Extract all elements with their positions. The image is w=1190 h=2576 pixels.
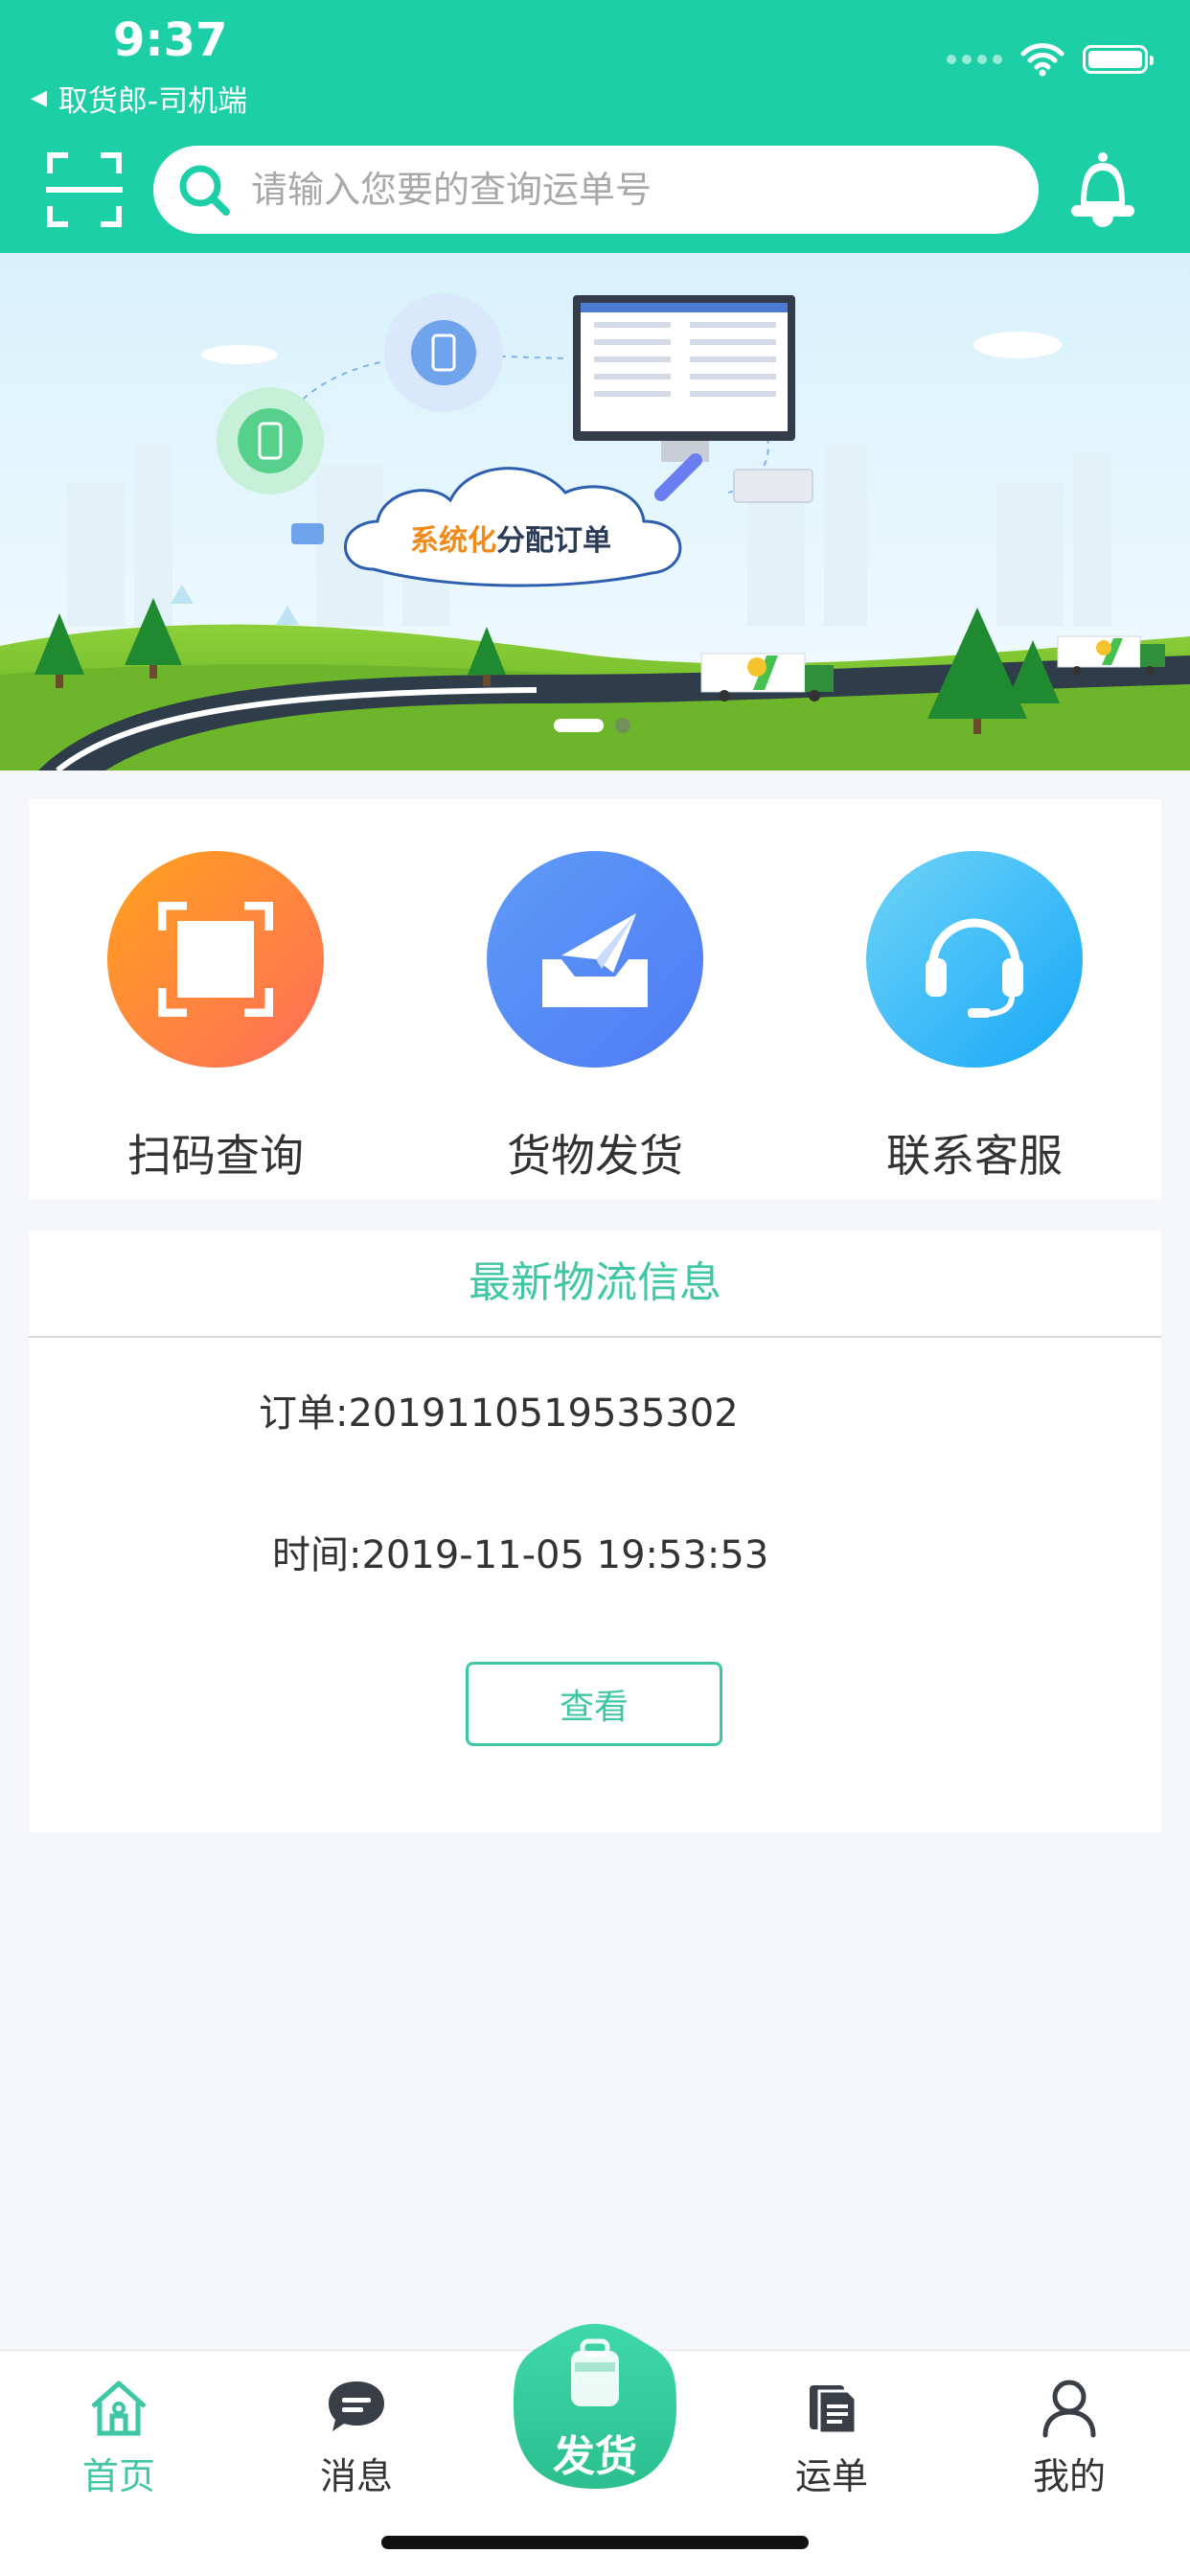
tab-home-label: 首页 [81, 2455, 155, 2497]
message-icon [329, 2381, 384, 2431]
service-action-circle[interactable] [866, 851, 1083, 1068]
scan-query-action[interactable]: 扫码查询 [72, 851, 359, 1184]
tab-waybill-label: 运单 [794, 2455, 868, 2497]
tab-ship[interactable]: 发货 [512, 2320, 678, 2493]
back-to-app-link[interactable]: ◀ 取货郎-司机端 [31, 77, 247, 120]
page-dot-active[interactable] [554, 719, 604, 732]
banner-pagination[interactable] [554, 718, 630, 733]
tab-waybill[interactable]: 运单 [755, 2374, 908, 2499]
bell-icon[interactable] [1067, 150, 1138, 230]
home-icon [91, 2380, 147, 2436]
headset-icon [926, 918, 1023, 1018]
back-triangle-icon: ◀ [31, 86, 47, 110]
tab-me-label: 我的 [1032, 2455, 1106, 2497]
signal-icon [947, 55, 1002, 64]
tab-messages-label: 消息 [319, 2455, 393, 2497]
banner-text-dark: 分配订单 [496, 524, 611, 558]
banner-illustration: 系统化 分配订单 [0, 253, 1190, 770]
ship-goods-label: 货物发货 [507, 1130, 683, 1182]
ship-goods-action[interactable]: 货物发货 [451, 851, 739, 1184]
back-app-label: 取货郎-司机端 [57, 84, 248, 119]
view-button[interactable]: 查看 [466, 1662, 722, 1746]
paper-plane-inbox-icon [542, 913, 648, 1007]
order-time: 时间:2019-11-05 19:53:53 [272, 1533, 769, 1577]
page-dot[interactable] [615, 718, 630, 733]
scan-icon [158, 902, 273, 1017]
ship-action-circle[interactable] [487, 851, 703, 1068]
order-number: 订单:2019110519535302 [259, 1392, 739, 1436]
top-header: 9:37 ◀ 取货郎-司机端 [0, 0, 1190, 253]
promo-banner[interactable]: 系统化 分配订单 [0, 253, 1190, 770]
contact-service-label: 联系客服 [886, 1130, 1063, 1182]
user-icon [1042, 2380, 1096, 2438]
search-icon [179, 165, 230, 216]
scan-icon[interactable] [46, 151, 123, 228]
tab-me[interactable]: 我的 [993, 2374, 1146, 2499]
scan-action-circle[interactable] [107, 851, 324, 1068]
quick-actions-card: 扫码查询 货物发货 联系客服 [29, 799, 1161, 1200]
banner-text-orange: 系统化 [410, 524, 496, 558]
tab-messages[interactable]: 消息 [280, 2374, 433, 2499]
tab-ship-label: 发货 [553, 2432, 637, 2481]
scan-query-label: 扫码查询 [127, 1130, 304, 1182]
search-bar[interactable] [153, 146, 1039, 234]
waybill-icon [810, 2385, 858, 2435]
wifi-icon [1020, 43, 1064, 77]
battery-icon [1083, 45, 1154, 74]
status-time: 9:37 [113, 13, 228, 67]
home-indicator[interactable] [381, 2536, 809, 2549]
tab-home[interactable]: 首页 [42, 2374, 195, 2499]
latest-logistics-card: 最新物流信息 订单:2019110519535302 时间:2019-11-05… [29, 1230, 1161, 1832]
waybill-search-input[interactable] [249, 168, 1039, 212]
status-indicators [947, 42, 1154, 77]
contact-service-action[interactable]: 联系客服 [831, 851, 1118, 1184]
logistics-title: 最新物流信息 [29, 1230, 1161, 1338]
app-screen: 9:37 ◀ 取货郎-司机端 请输入您要的查询运单号 系统化 分配订单 扫码查询… [0, 0, 1190, 2576]
